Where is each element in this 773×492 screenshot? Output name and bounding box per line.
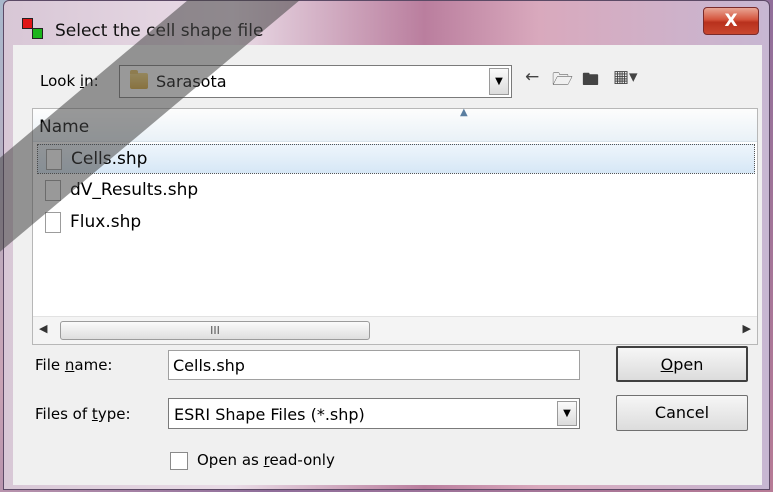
- look-in-dropdown[interactable]: Sarasota ▼: [119, 65, 512, 98]
- document-icon: [46, 149, 62, 170]
- up-folder-icon[interactable]: 🗁: [552, 67, 573, 96]
- document-icon: [45, 212, 61, 233]
- file-name-input[interactable]: Cells.shp: [168, 350, 580, 380]
- open-button[interactable]: Open: [616, 346, 748, 382]
- column-header-name[interactable]: ▲ Name: [33, 107, 757, 142]
- sort-arrow-icon: ▲: [460, 107, 468, 118]
- read-only-checkbox[interactable]: [170, 452, 188, 470]
- file-name: dV_Results.shp: [70, 180, 199, 200]
- window-title: Select the cell shape file: [55, 21, 264, 41]
- scroll-left-icon[interactable]: ◀: [39, 322, 47, 335]
- file-type-value: ESRI Shape Files (*.shp): [174, 405, 365, 424]
- folder-icon: [130, 70, 148, 89]
- file-dialog-window: Select the cell shape file X Look in: Sa…: [3, 0, 770, 490]
- title-bar[interactable]: Select the cell shape file X: [4, 1, 769, 45]
- new-folder-icon[interactable]: 🖿: [582, 67, 599, 96]
- column-name-label: Name: [39, 117, 90, 137]
- file-name: Flux.shp: [70, 212, 142, 232]
- read-only-label[interactable]: Open as read-only: [197, 451, 335, 469]
- cancel-button[interactable]: Cancel: [616, 395, 748, 431]
- file-name-label: File name:: [35, 356, 113, 374]
- back-arrow-icon[interactable]: ←: [525, 67, 539, 87]
- file-row[interactable]: dV_Results.shp: [37, 176, 755, 206]
- scroll-right-icon[interactable]: ▶: [743, 322, 751, 335]
- scroll-thumb[interactable]: III: [60, 321, 370, 340]
- file-name: Cells.shp: [71, 149, 148, 169]
- close-button[interactable]: X: [703, 7, 759, 35]
- look-in-value: Sarasota: [156, 72, 227, 91]
- dialog-body: Look in: Sarasota ▼ ← 🗁 🖿 ▦▾ ▲ Name Cell…: [13, 45, 762, 485]
- document-icon: [45, 180, 61, 201]
- file-row[interactable]: Flux.shp: [37, 208, 755, 238]
- file-type-dropdown[interactable]: ESRI Shape Files (*.shp) ▼: [168, 398, 580, 429]
- file-row[interactable]: Cells.shp: [37, 144, 755, 174]
- chevron-down-icon[interactable]: ▼: [557, 401, 577, 426]
- horizontal-scrollbar[interactable]: ◀ III ▶: [33, 316, 757, 344]
- file-list[interactable]: ▲ Name Cells.shp dV_Results.shp Flux.shp…: [32, 107, 758, 345]
- file-type-label: Files of type:: [35, 405, 131, 423]
- chevron-down-icon[interactable]: ▼: [489, 68, 509, 95]
- view-menu-icon[interactable]: ▦▾: [613, 67, 638, 87]
- app-icon: [22, 18, 46, 42]
- look-in-label: Look in:: [40, 72, 99, 90]
